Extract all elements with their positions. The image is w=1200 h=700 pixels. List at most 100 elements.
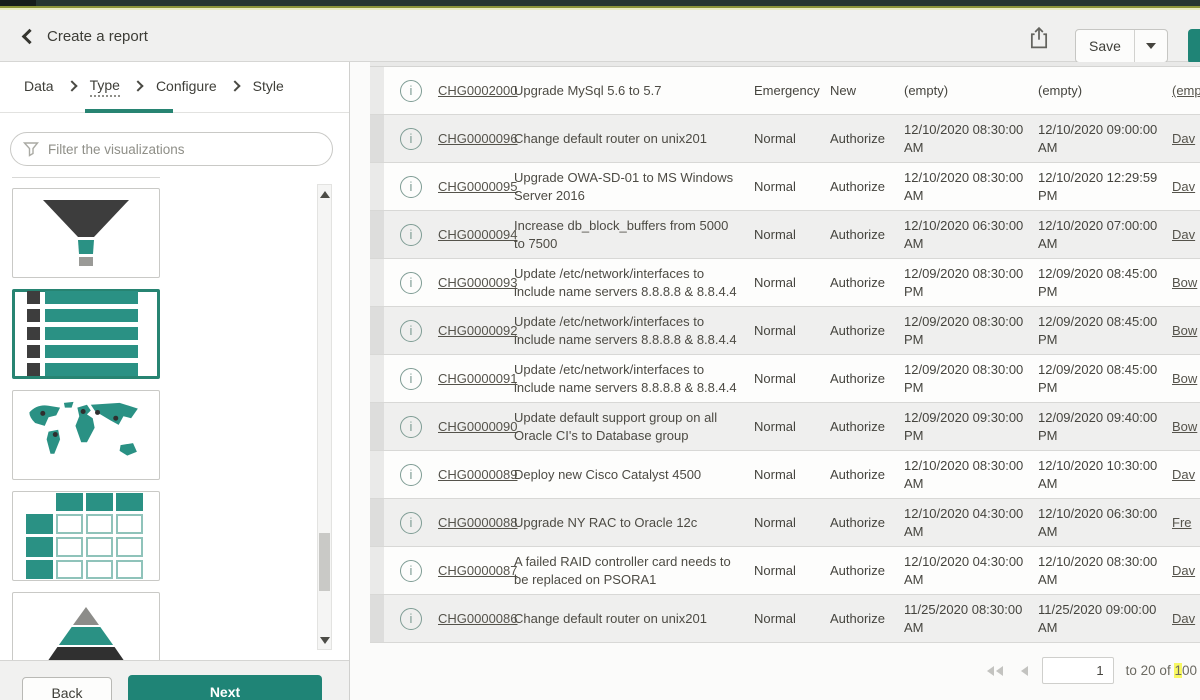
info-icon[interactable]: i — [400, 464, 422, 486]
list-chart-icon — [27, 291, 145, 377]
save-button[interactable]: Save — [1076, 30, 1134, 62]
change-number-link[interactable]: CHG0000092 — [438, 323, 518, 338]
table-row[interactable]: i CHG0002000 Upgrade MySql 5.6 to 5.7 Em… — [370, 67, 1200, 115]
viz-card-pyramid[interactable] — [12, 592, 160, 660]
change-number-link[interactable]: CHG0000087 — [438, 563, 518, 578]
end-date-cell: 12/09/2020 08:45:00 PM — [1038, 265, 1172, 300]
table-row[interactable]: i CHG0000086 Change default router on un… — [370, 595, 1200, 643]
assigned-to-link[interactable]: Dav — [1172, 131, 1195, 146]
table-row[interactable]: i CHG0000090 Update default support grou… — [370, 403, 1200, 451]
change-number-link[interactable]: CHG0000088 — [438, 515, 518, 530]
header-bar: Create a report Save — [0, 10, 1200, 62]
partial-card-above — [12, 176, 160, 178]
scroll-up-button[interactable] — [318, 187, 331, 201]
viz-card-heatmap-table[interactable] — [12, 491, 160, 581]
step-configure[interactable]: Configure — [156, 78, 217, 96]
change-number-link[interactable]: CHG0000093 — [438, 275, 518, 290]
row-left-sliver — [370, 259, 384, 306]
share-button[interactable] — [1028, 25, 1052, 51]
partial-primary-button[interactable] — [1188, 29, 1200, 64]
assigned-to-link[interactable]: Dav — [1172, 227, 1195, 242]
save-dropdown-button[interactable] — [1134, 30, 1167, 62]
step-data[interactable]: Data — [24, 78, 54, 96]
scrollbar-thumb[interactable] — [319, 533, 330, 591]
info-icon[interactable]: i — [400, 320, 422, 342]
top-banner — [0, 0, 1200, 10]
assigned-to-link[interactable]: Fre — [1172, 515, 1192, 530]
table-row[interactable]: i CHG0000091 Update /etc/network/interfa… — [370, 355, 1200, 403]
table-row[interactable]: i CHG0000089 Deploy new Cisco Catalyst 4… — [370, 451, 1200, 499]
change-number-link[interactable]: CHG0000089 — [438, 467, 518, 482]
assigned-to-link[interactable]: Dav — [1172, 611, 1195, 626]
step-type[interactable]: Type — [90, 77, 120, 97]
info-icon[interactable]: i — [400, 512, 422, 534]
viz-card-funnel[interactable] — [12, 188, 160, 278]
short-description: Change default router on unix201 — [514, 130, 754, 148]
next-step-button[interactable]: Next — [128, 675, 322, 700]
save-split-button: Save — [1075, 29, 1168, 63]
pagination-bar: to 20 of 100 — [351, 657, 1200, 684]
panel-scrollbar[interactable] — [317, 184, 332, 650]
start-date-cell: 12/09/2020 08:30:00 PM — [904, 313, 1038, 348]
assigned-to-link[interactable]: Bow — [1172, 323, 1197, 338]
priority-cell: Normal — [754, 467, 830, 482]
start-date-cell: 12/09/2020 08:30:00 PM — [904, 361, 1038, 396]
viz-card-world-map[interactable] — [12, 390, 160, 480]
info-icon[interactable]: i — [400, 176, 422, 198]
chevron-left-icon — [22, 29, 38, 45]
pyramid-chart-icon — [38, 605, 134, 660]
assigned-to-link[interactable]: Dav — [1172, 563, 1195, 578]
table-row[interactable]: i CHG0000087 A failed RAID controller ca… — [370, 547, 1200, 595]
table-row[interactable]: i CHG0000093 Update /etc/network/interfa… — [370, 259, 1200, 307]
change-number-link[interactable]: CHG0000094 — [438, 227, 518, 242]
assigned-to-link[interactable]: Bow — [1172, 371, 1197, 386]
back-button[interactable] — [16, 24, 42, 50]
start-date-cell: 11/25/2020 08:30:00 AM — [904, 601, 1038, 636]
start-date-cell: 12/09/2020 08:30:00 PM — [904, 265, 1038, 300]
info-icon[interactable]: i — [400, 272, 422, 294]
assigned-to-link[interactable]: Bow — [1172, 419, 1197, 434]
start-date-cell: 12/10/2020 08:30:00 AM — [904, 457, 1038, 492]
info-icon[interactable]: i — [400, 368, 422, 390]
info-icon[interactable]: i — [400, 80, 422, 102]
info-icon[interactable]: i — [400, 608, 422, 630]
assigned-to-link[interactable]: (empty) — [1172, 83, 1200, 98]
table-row[interactable]: i CHG0000095 Upgrade OWA-SD-01 to MS Win… — [370, 163, 1200, 211]
table-row[interactable]: i CHG0000088 Upgrade NY RAC to Oracle 12… — [370, 499, 1200, 547]
change-number-link[interactable]: CHG0000090 — [438, 419, 518, 434]
page-number-input[interactable] — [1042, 657, 1114, 684]
change-number-link[interactable]: CHG0002000 — [438, 83, 518, 98]
back-step-button[interactable]: Back — [22, 677, 112, 700]
change-number-link[interactable]: CHG0000086 — [438, 611, 518, 626]
end-date-cell: 12/10/2020 10:30:00 AM — [1038, 457, 1172, 492]
assigned-to-link[interactable]: Dav — [1172, 467, 1195, 482]
filter-input[interactable] — [48, 142, 332, 157]
row-left-sliver — [370, 499, 384, 546]
info-icon[interactable]: i — [400, 128, 422, 150]
previous-page-button[interactable] — [1018, 665, 1030, 677]
change-number-link[interactable]: CHG0000091 — [438, 371, 518, 386]
info-icon[interactable]: i — [400, 416, 422, 438]
panel-footer: Back Next — [0, 660, 349, 700]
assigned-to-link[interactable]: Dav — [1172, 179, 1195, 194]
scroll-down-button[interactable] — [318, 633, 331, 647]
active-step-underline — [85, 109, 173, 113]
change-number-link[interactable]: CHG0000096 — [438, 131, 518, 146]
viz-card-list[interactable] — [12, 289, 160, 379]
table-row[interactable]: i CHG0000092 Update /etc/network/interfa… — [370, 307, 1200, 355]
start-date-cell: (empty) — [904, 82, 1038, 100]
row-left-sliver — [370, 595, 384, 642]
table-row[interactable]: i CHG0000094 Increase db_block_buffers f… — [370, 211, 1200, 259]
step-style[interactable]: Style — [253, 78, 284, 96]
priority-cell: Emergency — [754, 83, 830, 98]
info-icon[interactable]: i — [400, 224, 422, 246]
assigned-to-link[interactable]: Bow — [1172, 275, 1197, 290]
short-description: Upgrade NY RAC to Oracle 12c — [514, 514, 754, 532]
first-page-button[interactable] — [984, 665, 1006, 677]
row-left-sliver — [370, 115, 384, 162]
change-number-link[interactable]: CHG0000095 — [438, 179, 518, 194]
table-row[interactable]: i CHG0000096 Change default router on un… — [370, 115, 1200, 163]
priority-cell: Normal — [754, 227, 830, 242]
report-type-panel: Data Type Configure Style — [0, 62, 350, 700]
info-icon[interactable]: i — [400, 560, 422, 582]
